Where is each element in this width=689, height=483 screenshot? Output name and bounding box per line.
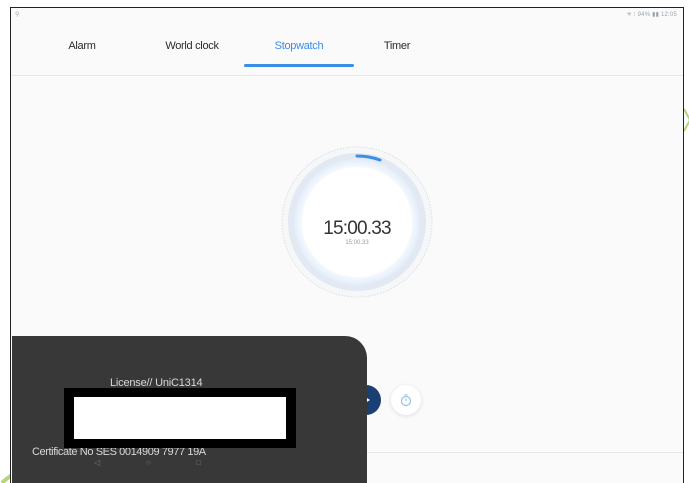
status-left: ⚲ [15, 12, 20, 18]
status-bar: ⚲ ✳ ⁝ 94% ▮▮ 12:05 [11, 8, 683, 26]
tab-world-clock[interactable]: World clock [152, 40, 232, 52]
stopwatch-lap-time: 15:00.33 [345, 240, 369, 246]
nav-bar: ◁ ○ □ [82, 458, 222, 472]
stopwatch-time: 15:00.33 [323, 218, 391, 239]
redaction-box-inner [74, 397, 286, 439]
tab-stopwatch[interactable]: Stopwatch [259, 40, 339, 52]
tab-alarm[interactable]: Alarm [62, 40, 102, 52]
stopwatch-dial: 15:00.33 15:00.33 [277, 132, 437, 302]
tab-bar: Alarm World clock Stopwatch Timer [11, 30, 683, 76]
home-icon: ○ [146, 458, 151, 467]
timer-icon [400, 394, 412, 407]
stopwatch-dial-ring [281, 146, 433, 298]
recents-icon: □ [196, 458, 201, 467]
lap-button[interactable] [391, 385, 421, 415]
back-icon: ◁ [94, 458, 101, 467]
tab-timer[interactable]: Timer [372, 40, 422, 52]
redaction-box [64, 388, 296, 448]
watermark-overlay: License// UniC1314 Certificate No SES 00… [12, 336, 367, 483]
tab-active-indicator [244, 64, 354, 67]
status-right: ✳ ⁝ 94% ▮▮ 12:05 [626, 12, 677, 18]
